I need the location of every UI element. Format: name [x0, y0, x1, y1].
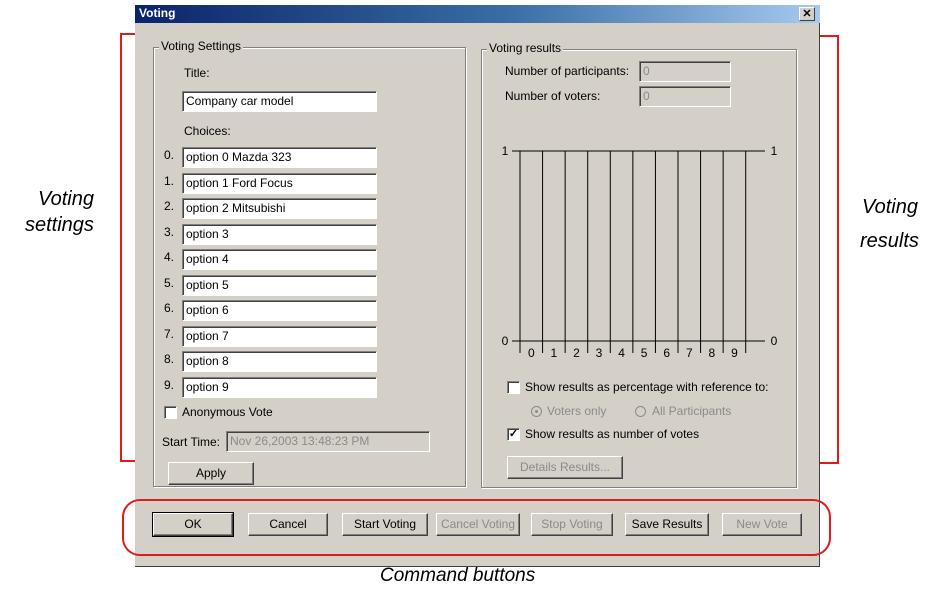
chart-x-tick-label: 9	[731, 346, 738, 360]
choice-input-1[interactable]: option 1 Ford Focus	[182, 173, 377, 194]
anonymous-vote-checkbox[interactable]	[164, 406, 177, 419]
voters-only-radio	[531, 406, 542, 417]
choice-number: 1.	[164, 174, 175, 188]
choice-input-4[interactable]: option 4	[182, 249, 377, 270]
choice-input-9[interactable]: option 9	[182, 377, 377, 398]
details-results-button: Details Results...	[507, 456, 623, 479]
choice-number: 7.	[164, 327, 175, 341]
settings-annotation-line2: settings	[25, 214, 94, 236]
anonymous-vote-label: Anonymous Vote	[182, 405, 273, 419]
chart-y-tick-left-bottom: 0	[502, 334, 509, 348]
all-participants-label: All Participants	[652, 404, 732, 418]
chart-y-tick-right-top: 1	[771, 144, 778, 158]
voting-results-legend: Voting results	[487, 41, 564, 55]
choice-number: 6.	[164, 301, 175, 315]
voting-dialog: Voting ✕ Voting Settings Title: Company …	[135, 5, 820, 567]
choice-number: 0.	[164, 148, 175, 162]
chart-x-tick-label: 5	[641, 346, 648, 360]
all-participants-radio	[635, 406, 646, 417]
choice-input-2[interactable]: option 2 Mitsubishi	[182, 198, 377, 219]
title-label: Title:	[184, 66, 210, 80]
voting-settings-legend: Voting Settings	[159, 39, 244, 53]
number-of-votes-label: Show results as number of votes	[525, 427, 700, 441]
percentage-label: Show results as percentage with referenc…	[525, 380, 769, 394]
percentage-checkbox[interactable]	[507, 381, 520, 394]
results-annotation-line1: Voting	[862, 196, 918, 218]
choice-input-7[interactable]: option 7	[182, 326, 377, 347]
participants-field: 0	[639, 61, 731, 82]
chart-x-tick-label: 7	[686, 346, 693, 360]
title-input[interactable]: Company car model	[182, 91, 377, 112]
settings-annotation-line1: Voting	[38, 188, 94, 210]
choice-input-6[interactable]: option 6	[182, 300, 377, 321]
choice-input-5[interactable]: option 5	[182, 275, 377, 296]
choice-number: 8.	[164, 352, 175, 366]
chart-y-tick-left-top: 1	[502, 144, 509, 158]
chart-x-tick-label: 2	[573, 346, 580, 360]
chart-y-tick-right-bottom: 0	[771, 334, 778, 348]
choice-input-0[interactable]: option 0 Mazda 323	[182, 147, 377, 168]
choice-number: 3.	[164, 225, 175, 239]
chart-x-tick-label: 1	[551, 346, 558, 360]
choice-number: 2.	[164, 199, 175, 213]
choice-input-3[interactable]: option 3	[182, 224, 377, 245]
number-of-votes-checkbox[interactable]: ✓	[507, 428, 520, 441]
chart-x-tick-label: 4	[618, 346, 625, 360]
results-annotation-line2: results	[860, 230, 919, 252]
results-chart: 0 1 2 3 4 5 6 7 8 91010	[502, 144, 778, 360]
voters-label: Number of voters:	[505, 89, 601, 103]
apply-button[interactable]: Apply	[168, 462, 254, 485]
voters-only-label: Voters only	[547, 404, 607, 418]
command-buttons-annotation: Command buttons	[380, 565, 536, 586]
choice-number: 4.	[164, 250, 175, 264]
start-time-field: Nov 26,2003 13:48:23 PM	[226, 431, 430, 452]
chart-x-tick-label: 6	[663, 346, 670, 360]
chart-x-tick-label: 8	[709, 346, 716, 360]
choice-input-8[interactable]: option 8	[182, 351, 377, 372]
choices-label: Choices:	[184, 124, 231, 138]
choice-number: 5.	[164, 276, 175, 290]
chart-x-tick-label: 0	[528, 346, 535, 360]
start-time-label: Start Time:	[162, 435, 221, 449]
window-title: Voting	[139, 6, 176, 20]
choice-number: 9.	[164, 378, 175, 392]
settings-bracket	[120, 33, 136, 462]
chart-x-tick-label: 3	[596, 346, 603, 360]
participants-label: Number of participants:	[505, 64, 630, 78]
voters-field: 0	[639, 86, 731, 107]
close-button[interactable]: ✕	[799, 7, 815, 21]
title-bar: Voting ✕	[135, 5, 820, 23]
command-buttons-frame	[122, 499, 831, 556]
